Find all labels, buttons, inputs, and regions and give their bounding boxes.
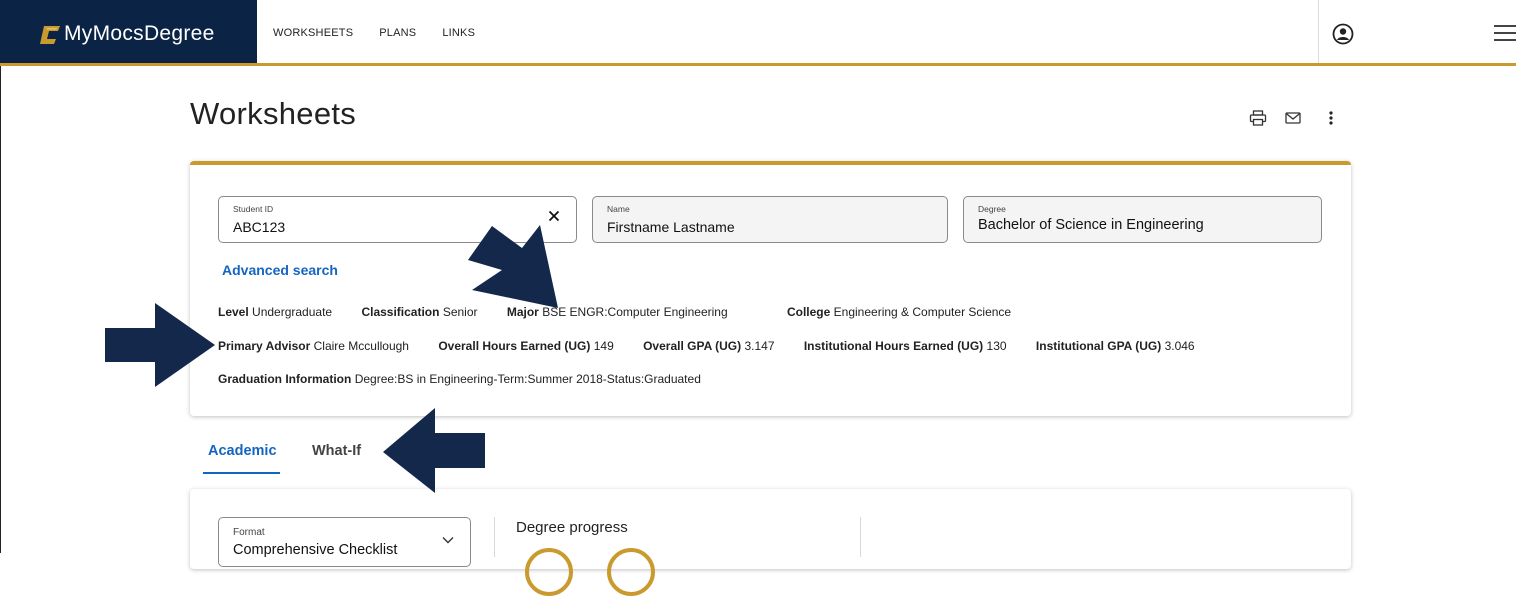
level-value: Undergraduate	[252, 305, 333, 319]
email-icon[interactable]	[1284, 110, 1302, 126]
progress-ring	[525, 548, 573, 596]
format-select[interactable]: Format Comprehensive Checklist	[218, 517, 471, 567]
annotation-arrow-diagonal	[468, 225, 558, 308]
nav-divider	[1318, 0, 1319, 63]
chevron-down-icon	[442, 537, 454, 544]
info-row-3: Graduation Information Degree:BS in Engi…	[218, 372, 727, 386]
name-value: Firstname Lastname	[607, 219, 735, 235]
nav-plans[interactable]: PLANS	[366, 27, 429, 39]
classification-label: Classification	[361, 305, 440, 319]
graduation-item: Graduation Information Degree:BS in Engi…	[218, 372, 701, 386]
progress-ring	[607, 548, 655, 596]
student-id-label: Student ID	[233, 204, 274, 214]
primary-advisor-item: Primary Advisor Claire Mccullough	[218, 339, 409, 353]
account-circle-icon[interactable]	[1332, 23, 1354, 45]
college-label: College	[786, 305, 831, 319]
section-divider	[494, 517, 495, 557]
institutional-hours-item: Institutional Hours Earned (UG) 130	[804, 339, 1007, 353]
top-navigation-bar: MyMocsDegree WORKSHEETS PLANS LINKS	[0, 0, 1516, 66]
annotation-arrow-left	[383, 408, 485, 493]
advanced-search-link[interactable]: Advanced search	[222, 262, 338, 278]
page-title: Worksheets	[190, 96, 357, 131]
tab-academic[interactable]: Academic	[208, 443, 277, 459]
graduation-value: Degree:BS in Engineering-Term:Summer 201…	[354, 372, 701, 386]
info-row-1: Level Undergraduate Classification Senio…	[218, 305, 1037, 319]
overall-hours-label: Overall Hours Earned (UG)	[438, 339, 591, 353]
primary-advisor-label: Primary Advisor	[218, 339, 311, 353]
primary-advisor-value: Claire Mccullough	[313, 339, 409, 353]
nav-links[interactable]: LINKS	[429, 27, 488, 39]
degree-progress-title: Degree progress	[516, 519, 628, 536]
nav-gold-rule	[0, 63, 1516, 66]
institutional-gpa-label: Institutional GPA (UG)	[1035, 339, 1162, 353]
tab-what-if[interactable]: What-If	[312, 443, 361, 459]
degree-field: Degree Bachelor of Science in Engineerin…	[963, 196, 1322, 243]
overall-gpa-label: Overall GPA (UG)	[643, 339, 742, 353]
info-row-2: Primary Advisor Claire Mccullough Overal…	[218, 339, 1221, 353]
main-nav: WORKSHEETS PLANS LINKS	[270, 0, 488, 65]
section-divider	[860, 517, 861, 557]
name-field: Name Firstname Lastname	[592, 196, 948, 243]
app-name: MyMocsDegree	[64, 22, 215, 45]
c-logo-icon	[40, 26, 60, 44]
annotation-arrow-right	[105, 303, 215, 387]
overall-hours-value: 149	[593, 339, 614, 353]
institutional-gpa-value: 3.046	[1164, 339, 1195, 353]
college-value: Engineering & Computer Science	[833, 305, 1012, 319]
institutional-hours-label: Institutional Hours Earned (UG)	[803, 339, 984, 353]
major-value: BSE ENGR:Computer Engineering	[542, 305, 728, 319]
level-label: Level	[218, 305, 249, 319]
print-icon[interactable]	[1249, 110, 1267, 126]
more-vertical-icon[interactable]	[1322, 110, 1340, 126]
overall-gpa-value: 3.147	[744, 339, 775, 353]
institutional-gpa-item: Institutional GPA (UG) 3.046	[1036, 339, 1195, 353]
degree-value: Bachelor of Science in Engineering	[978, 217, 1204, 233]
nav-worksheets[interactable]: WORKSHEETS	[270, 27, 366, 39]
degree-label: Degree	[978, 204, 1006, 214]
brand-home-link[interactable]: MyMocsDegree	[0, 0, 257, 65]
format-value: Comprehensive Checklist	[233, 542, 398, 558]
format-label: Format	[233, 527, 265, 538]
hamburger-menu-icon[interactable]	[1494, 23, 1516, 43]
college-item: College Engineering & Computer Science	[787, 305, 1011, 319]
name-label: Name	[607, 204, 630, 214]
overall-gpa-item: Overall GPA (UG) 3.147	[643, 339, 774, 353]
student-id-value[interactable]: ABC123	[233, 219, 285, 235]
overall-hours-item: Overall Hours Earned (UG) 149	[438, 339, 613, 353]
active-tab-indicator	[203, 472, 280, 474]
level-item: Level Undergraduate	[218, 305, 332, 319]
institutional-hours-value: 130	[986, 339, 1007, 353]
graduation-label: Graduation Information	[218, 372, 352, 386]
